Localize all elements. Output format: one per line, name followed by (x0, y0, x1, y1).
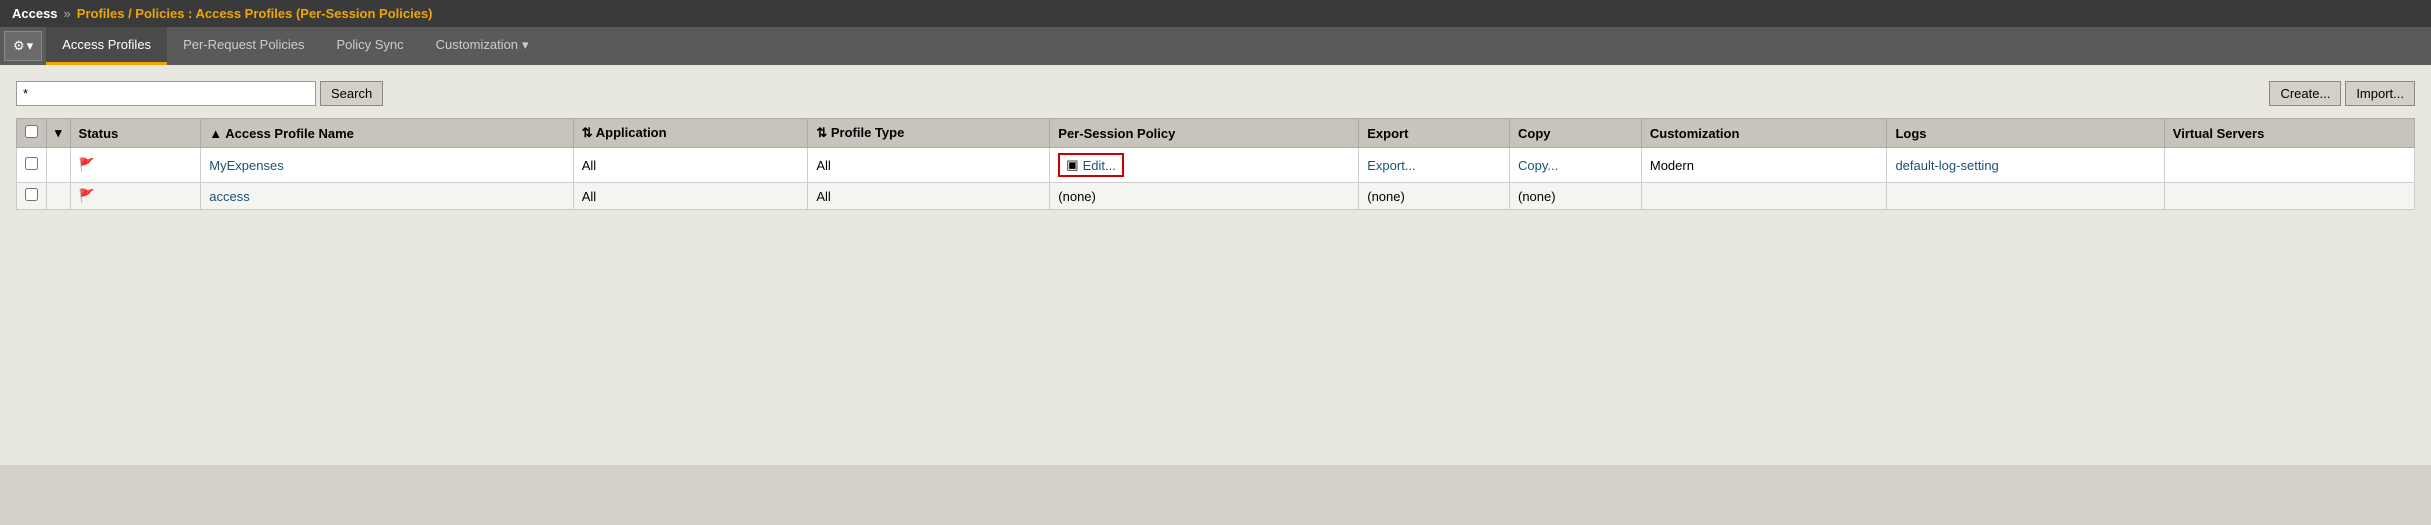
row1-logs: default-log-setting (1887, 148, 2164, 183)
header-dropdown-arrow: ▾ (55, 125, 62, 140)
tab-access-profiles[interactable]: Access Profiles (46, 27, 167, 65)
breadcrumb: Profiles / Policies : Access Profiles (P… (77, 6, 433, 21)
tab-customization-label: Customization (436, 37, 518, 52)
tab-per-request-policies-label: Per-Request Policies (183, 37, 304, 52)
tab-bar: ⚙ ▾ Access Profiles Per-Request Policies… (0, 27, 2431, 65)
header-dropdown-cell: ▾ (47, 119, 71, 148)
breadcrumb-chevrons: » (64, 6, 71, 21)
search-row: Search Create... Import... (16, 81, 2415, 106)
row1-status-flag (79, 157, 95, 173)
row2-copy: (none) (1510, 183, 1642, 210)
sort-neutral-icon-app: ⇅ (582, 125, 596, 140)
row1-checkbox-cell (17, 148, 47, 183)
table-row: access All All (none) (none) (none) (17, 183, 2415, 210)
header-profile-name[interactable]: ▲ Access Profile Name (201, 119, 573, 148)
search-button[interactable]: Search (320, 81, 383, 106)
row1-logs-link[interactable]: default-log-setting (1895, 158, 1998, 173)
action-buttons: Create... Import... (2269, 81, 2415, 106)
sort-neutral-icon-type: ⇅ (816, 125, 831, 140)
row2-application: All (573, 183, 808, 210)
header-per-session-policy: Per-Session Policy (1050, 119, 1359, 148)
top-bar: Access » Profiles / Policies : Access Pr… (0, 0, 2431, 27)
row1-customization: Modern (1641, 148, 1887, 183)
tab-per-request-policies[interactable]: Per-Request Policies (167, 27, 320, 65)
row1-profile-type: All (808, 148, 1050, 183)
row2-logs (1887, 183, 2164, 210)
row1-edit-icon: ▣ (1066, 157, 1078, 173)
gear-dropdown-arrow: ▾ (27, 38, 34, 54)
search-area: Search (16, 81, 383, 106)
row2-status (70, 183, 201, 210)
row2-dropdown-cell (47, 183, 71, 210)
row2-status-flag (79, 188, 95, 204)
header-status: Status (70, 119, 201, 148)
profiles-table: ▾ Status ▲ Access Profile Name ⇅ Applica… (16, 118, 2415, 210)
header-application[interactable]: ⇅ Application (573, 119, 808, 148)
row1-application: All (573, 148, 808, 183)
row2-customization (1641, 183, 1887, 210)
row1-virtual-servers (2164, 148, 2414, 183)
app-name: Access (12, 6, 58, 21)
tab-customization[interactable]: Customization ▾ (420, 27, 545, 65)
row2-export: (none) (1359, 183, 1510, 210)
row2-profile-type: All (808, 183, 1050, 210)
row1-edit-link[interactable]: Edit... (1083, 158, 1116, 173)
table-row: MyExpenses All All ▣ Edit... Export... C… (17, 148, 2415, 183)
row1-copy: Copy... (1510, 148, 1642, 183)
sort-asc-icon: ▲ (209, 126, 225, 141)
header-virtual-servers: Virtual Servers (2164, 119, 2414, 148)
import-button[interactable]: Import... (2345, 81, 2415, 106)
row1-export: Export... (1359, 148, 1510, 183)
gear-button[interactable]: ⚙ ▾ (4, 31, 42, 61)
row1-checkbox[interactable] (25, 157, 38, 170)
gear-icon: ⚙ (13, 38, 25, 54)
header-profile-type[interactable]: ⇅ Profile Type (808, 119, 1050, 148)
row1-profile-name-link[interactable]: MyExpenses (209, 158, 283, 173)
tab-policy-sync-label: Policy Sync (336, 37, 403, 52)
main-content: Search Create... Import... ▾ Status ▲ Ac… (0, 65, 2431, 465)
row2-checkbox-cell (17, 183, 47, 210)
select-all-checkbox[interactable] (25, 125, 38, 138)
row1-per-session-policy: ▣ Edit... (1050, 148, 1359, 183)
header-export: Export (1359, 119, 1510, 148)
tab-access-profiles-label: Access Profiles (62, 37, 151, 52)
row2-profile-name: access (201, 183, 573, 210)
header-customization: Customization (1641, 119, 1887, 148)
row2-profile-name-link[interactable]: access (209, 189, 249, 204)
row1-dropdown-cell (47, 148, 71, 183)
row1-status (70, 148, 201, 183)
customization-dropdown-arrow: ▾ (522, 37, 529, 53)
search-input[interactable] (16, 81, 316, 106)
header-checkbox-cell (17, 119, 47, 148)
row2-virtual-servers (2164, 183, 2414, 210)
header-copy: Copy (1510, 119, 1642, 148)
row1-export-link[interactable]: Export... (1367, 158, 1415, 173)
tab-policy-sync[interactable]: Policy Sync (320, 27, 419, 65)
header-logs: Logs (1887, 119, 2164, 148)
row2-per-session-policy: (none) (1050, 183, 1359, 210)
row1-copy-link[interactable]: Copy... (1518, 158, 1558, 173)
row1-edit-btn-wrapper: ▣ Edit... (1058, 153, 1124, 177)
table-header-row: ▾ Status ▲ Access Profile Name ⇅ Applica… (17, 119, 2415, 148)
row1-profile-name: MyExpenses (201, 148, 573, 183)
create-button[interactable]: Create... (2269, 81, 2341, 106)
row2-checkbox[interactable] (25, 188, 38, 201)
